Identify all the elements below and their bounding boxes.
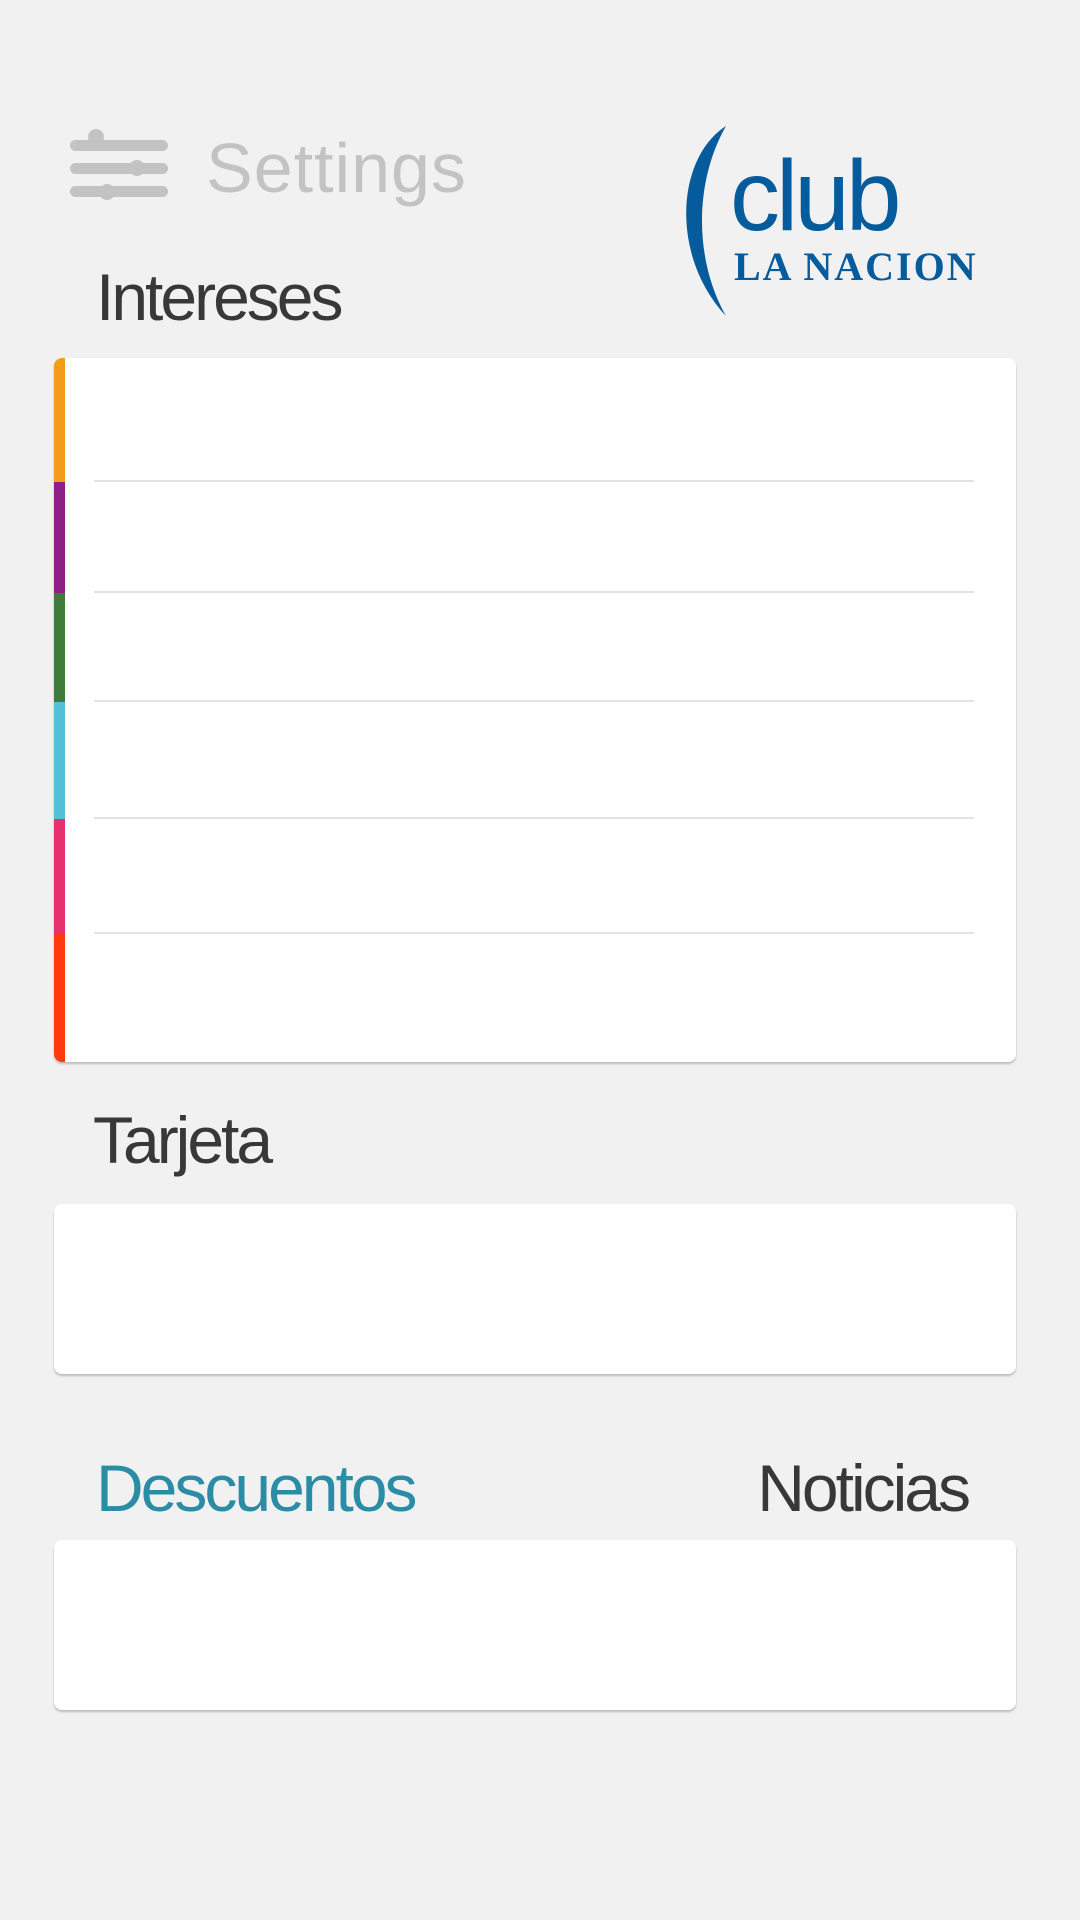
tab-content-card[interactable] [54,1540,1016,1710]
settings-label: Settings [206,129,467,207]
tarjeta-card[interactable] [54,1204,1016,1374]
interest-color-strip [54,482,65,593]
interest-color-strip [54,358,65,482]
interest-color-strip [54,934,65,1062]
logo-brand-text: LA NACION [734,244,978,289]
interest-item-5[interactable] [54,819,1016,934]
sliders-icon [70,129,168,200]
tarjeta-title: Tarjeta [93,1103,273,1177]
interest-color-strip [54,702,65,819]
interest-item-2[interactable] [54,482,1016,593]
interests-list [54,358,1016,1062]
club-la-nacion-logo: club LA NACION [686,126,978,316]
interest-item-6[interactable] [54,934,1016,1062]
settings-button[interactable]: Settings [70,128,467,208]
intereses-title: Intereses [96,260,343,334]
interest-color-strip [54,819,65,934]
interest-color-strip [54,593,65,702]
tab-noticias[interactable]: Noticias [757,1448,971,1528]
logo-club-text: club [730,140,898,252]
content-tabs: Descuentos Noticias [96,1448,971,1528]
tab-descuentos[interactable]: Descuentos [96,1448,418,1528]
interest-item-4[interactable] [54,702,1016,819]
interest-item-3[interactable] [54,593,1016,702]
logo-parenthesis [686,126,726,316]
interest-item-1[interactable] [54,358,1016,482]
